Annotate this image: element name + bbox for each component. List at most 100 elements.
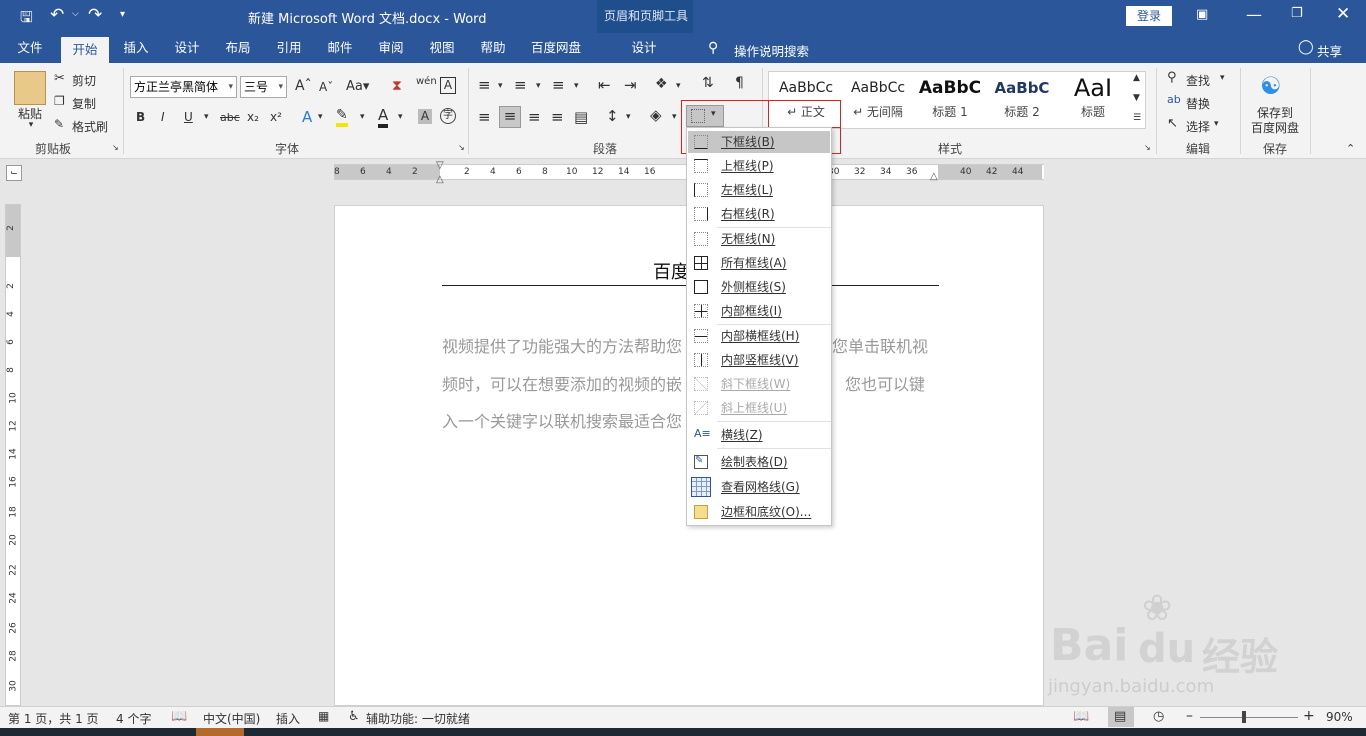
header-text[interactable]: 百度 (653, 258, 689, 284)
save-icon[interactable]: 🖫 (20, 7, 33, 32)
print-layout-button[interactable]: ▤ (1108, 707, 1134, 727)
tab-design[interactable]: 设计 (165, 33, 209, 63)
proofing-icon[interactable]: 📖 (171, 709, 187, 724)
text-effects-icon[interactable]: A (302, 108, 312, 126)
body-text-line-1a[interactable]: 视频提供了功能强大的方法帮助您 (442, 333, 682, 357)
read-mode-icon[interactable]: 📖 (1073, 709, 1089, 724)
insert-mode[interactable]: 插入 (276, 710, 300, 727)
login-button[interactable]: 登录 (1126, 6, 1172, 26)
close-icon[interactable]: ✕ (1336, 4, 1350, 24)
copy-button[interactable]: 复制 (72, 95, 96, 112)
menu-item-left-border[interactable]: 左框线(L) (688, 179, 830, 201)
align-right-icon[interactable]: ≡ (528, 108, 541, 126)
chevron-down-icon[interactable]: ▾ (1214, 119, 1219, 129)
chevron-down-icon[interactable]: ▾ (574, 81, 579, 91)
taskbar-app[interactable] (196, 728, 244, 736)
style-heading-1[interactable]: AaBbC 标题 1 (914, 73, 986, 127)
subscript-button[interactable]: x₂ (247, 110, 259, 124)
menu-item-right-border[interactable]: 右框线(R) (688, 203, 830, 225)
chevron-down-icon[interactable]: ▾ (278, 77, 283, 97)
chevron-down-icon[interactable]: ▾ (228, 77, 233, 97)
styles-scroll-up-icon[interactable]: ▲ (1133, 73, 1140, 83)
paste-dropdown-icon[interactable]: ▾ (26, 120, 36, 130)
style-heading-2[interactable]: AaBbC 标题 2 (986, 73, 1058, 127)
menu-item-bottom-border[interactable]: 下框线(B) (688, 131, 830, 153)
tab-view[interactable]: 视图 (420, 33, 464, 63)
replace-button[interactable]: 替换 (1186, 95, 1210, 112)
decrease-indent-icon[interactable]: ⇤ (598, 76, 611, 94)
justify-icon[interactable]: ≡ (551, 108, 564, 126)
undo-icon[interactable]: ↶ (50, 5, 64, 25)
accessibility-icon[interactable]: ♿ (348, 709, 360, 724)
menu-item-horizontal-line[interactable]: A≡ 横线(Z) (688, 424, 830, 446)
chevron-down-icon[interactable]: ▾ (204, 112, 209, 122)
tab-review[interactable]: 审阅 (369, 33, 413, 63)
cut-button[interactable]: 剪切 (72, 72, 96, 89)
restore-icon[interactable]: ❐ (1291, 6, 1303, 21)
distributed-icon[interactable]: ▤ (574, 108, 588, 126)
bold-button[interactable]: B (136, 110, 145, 124)
menu-item-inside-horizontal[interactable]: 内部横框线(H) (688, 325, 830, 347)
increase-indent-icon[interactable]: ⇥ (624, 76, 637, 94)
body-text-line-2b[interactable]: 您也可以键 (845, 371, 925, 395)
macro-record-icon[interactable]: ▦ (318, 709, 329, 723)
clipboard-launcher-icon[interactable]: ↘ (112, 143, 119, 152)
redo-icon[interactable]: ↷ (88, 5, 102, 25)
accessibility-status[interactable]: 辅助功能: 一切就绪 (366, 710, 470, 727)
web-layout-icon[interactable]: ◷ (1153, 709, 1164, 724)
ribbon-display-icon[interactable]: ▣ (1196, 7, 1208, 22)
superscript-button[interactable]: x² (270, 110, 282, 124)
menu-item-inside-vertical[interactable]: 内部竖框线(V) (688, 349, 830, 371)
baidu-netdisk-label[interactable]: 百度网盘 (1246, 119, 1304, 136)
word-count[interactable]: 4 个字 (116, 710, 151, 727)
find-button[interactable]: 查找 (1186, 72, 1210, 89)
tab-mailings[interactable]: 邮件 (318, 33, 362, 63)
shrink-font-icon[interactable]: Aˇ (319, 80, 333, 94)
menu-item-view-gridlines[interactable]: 查看网格线(G) (688, 476, 830, 498)
chevron-down-icon[interactable]: ▾ (498, 81, 503, 91)
paste-icon[interactable] (14, 71, 46, 105)
chevron-down-icon[interactable]: ▾ (360, 112, 365, 122)
grow-font-icon[interactable]: Aˆ (295, 78, 312, 94)
zoom-out-icon[interactable]: – (1186, 708, 1193, 724)
tab-references[interactable]: 引用 (267, 33, 311, 63)
menu-item-top-border[interactable]: 上框线(P) (688, 155, 830, 177)
tab-file[interactable]: 文件 (8, 33, 52, 63)
tab-help[interactable]: 帮助 (471, 33, 515, 63)
menu-item-borders-shading[interactable]: 边框和底纹(O)... (688, 501, 830, 523)
menu-item-draw-table[interactable]: ✎ 绘制表格(D) (688, 451, 830, 473)
menu-item-inside-borders[interactable]: 内部框线(I) (688, 300, 830, 322)
font-color-icon[interactable]: A (378, 106, 389, 128)
menu-item-all-borders[interactable]: 所有框线(A) (688, 252, 830, 274)
shading-icon[interactable]: ◈ (650, 106, 662, 124)
share-button[interactable]: 共享 (1317, 41, 1342, 60)
chevron-down-icon[interactable]: ▾ (536, 81, 541, 91)
align-left-icon[interactable]: ≡ (478, 108, 491, 126)
baidu-netdisk-icon[interactable]: ☯ (1260, 72, 1282, 100)
menu-item-no-border[interactable]: 无框线(N) (688, 228, 830, 250)
collapse-ribbon-icon[interactable]: ⌃ (1346, 142, 1355, 155)
chevron-down-icon[interactable]: ▾ (672, 112, 677, 122)
zoom-slider-track[interactable] (1200, 717, 1298, 718)
zoom-level[interactable]: 90% (1326, 710, 1353, 724)
hanging-indent-icon[interactable]: △ (436, 174, 444, 185)
font-name-combo[interactable]: 方正兰亭黑简体 ▾ (130, 76, 237, 98)
italic-button[interactable]: I (161, 110, 165, 124)
underline-button[interactable]: U (184, 110, 193, 124)
chevron-down-icon[interactable]: ▾ (626, 112, 631, 122)
body-text-line-3a[interactable]: 入一个关键字以联机搜索最适合您 (442, 408, 682, 432)
styles-more-icon[interactable]: ☰ (1133, 113, 1141, 123)
phonetic-guide-icon[interactable]: wén (416, 76, 437, 87)
customize-qat-icon[interactable]: ▾ (120, 9, 125, 20)
tab-baidu-netdisk[interactable]: 百度网盘 (524, 33, 588, 63)
numbering-icon[interactable]: ≡ (514, 76, 527, 94)
character-border-icon[interactable]: A (440, 77, 456, 94)
chevron-down-icon[interactable]: ▾ (1220, 73, 1225, 83)
style-no-spacing[interactable]: AaBbCc ↵ 无间隔 (842, 73, 914, 127)
tab-layout[interactable]: 布局 (216, 33, 260, 63)
vertical-ruler[interactable]: 2 2 4 6 8 10 12 14 16 18 20 22 24 26 28 … (5, 204, 21, 706)
chinese-layout-icon[interactable]: ❖ (655, 76, 668, 92)
first-line-indent-icon[interactable]: ▽ (436, 160, 444, 171)
tell-me-search[interactable]: 操作说明搜索 (734, 41, 809, 60)
style-title[interactable]: AaI 标题 (1058, 73, 1128, 127)
